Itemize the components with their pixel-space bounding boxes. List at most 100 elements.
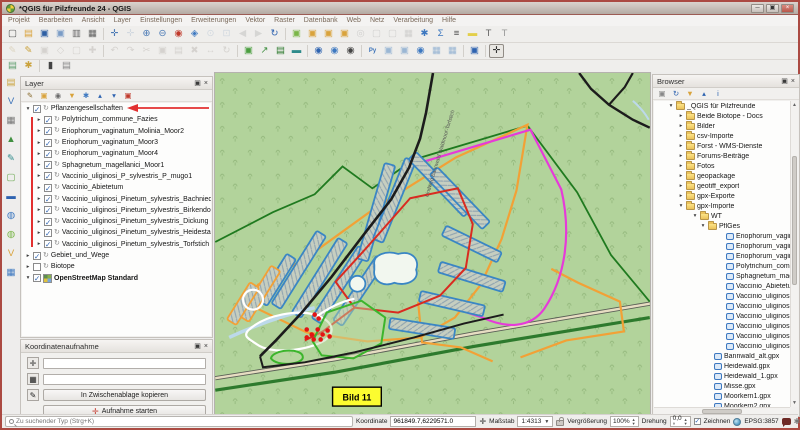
- locator-search-input[interactable]: [16, 418, 349, 425]
- menu-datenbank[interactable]: Datenbank: [304, 17, 338, 24]
- coordinate-panel-titlebar[interactable]: Koordinatenaufnahme ▣ ×: [21, 340, 212, 353]
- expand-arrow-icon[interactable]: ▸: [678, 163, 684, 169]
- expand-arrow-icon[interactable]: ▸: [36, 117, 42, 123]
- new-temporary-scratch-layer-button[interactable]: ▣: [337, 27, 352, 41]
- browser-item[interactable]: Vaccinio_uliginosi_Pinetum_sylvestris_Di…: [654, 321, 790, 331]
- datasource-manager-button[interactable]: ▤: [273, 44, 288, 58]
- expand-arrow-icon[interactable]: ▸: [36, 196, 42, 202]
- expand-arrow-icon[interactable]: ▸: [25, 264, 31, 270]
- locator-search[interactable]: [5, 416, 353, 427]
- grid-icon[interactable]: ▦: [27, 373, 39, 385]
- layer-tree-item[interactable]: ▸✓↻Vaccinio_uliginosi_Pinetum_sylvestris…: [22, 193, 211, 204]
- expand-arrow-icon[interactable]: ▾: [25, 275, 31, 281]
- new-project-button[interactable]: ▢: [5, 27, 20, 41]
- close-panel-icon[interactable]: ×: [204, 342, 208, 351]
- messages-icon[interactable]: [782, 418, 791, 425]
- refresh-browser-button[interactable]: ↻: [670, 88, 682, 99]
- layers-panel-titlebar[interactable]: Layer ▣ ×: [21, 77, 212, 90]
- zoom-full-button[interactable]: ◈: [187, 27, 202, 41]
- layer-checkbox[interactable]: ✓: [44, 161, 52, 169]
- float-panel-icon[interactable]: ▣: [781, 77, 788, 86]
- layer-tree-item[interactable]: ▸✓↻Vaccinio_uliginosi_Pinetum_sylvestris…: [22, 239, 211, 250]
- save-project-button[interactable]: ▣: [37, 27, 52, 41]
- browser-item[interactable]: ▸Fotos: [654, 161, 790, 171]
- new-shapefile-layer-button[interactable]: ▣: [305, 27, 320, 41]
- zoom-to-selection-button[interactable]: ⊙: [203, 27, 218, 41]
- expand-arrow-icon[interactable]: ▸: [36, 207, 42, 213]
- layer-labeling-options-button[interactable]: T: [481, 27, 496, 41]
- collapse-all-button[interactable]: ▾: [108, 90, 120, 101]
- plugin-html-button[interactable]: ▣: [381, 44, 396, 58]
- close-button[interactable]: ×: [781, 4, 794, 13]
- layer-checkbox[interactable]: ✓: [44, 116, 52, 124]
- spinner-arrows-icon[interactable]: ▲▼: [632, 418, 636, 425]
- open-data-source-manager-button[interactable]: ▤: [4, 76, 18, 89]
- toggle-editing-button[interactable]: ✎: [21, 44, 36, 58]
- expand-arrow-icon[interactable]: ▸: [36, 128, 42, 134]
- layer-tree-item[interactable]: ▸✓↻Sphagnetum_magellanici_Moor1: [22, 159, 211, 170]
- menu-einstellungen[interactable]: Einstellungen: [140, 17, 182, 24]
- scroll-down-icon[interactable]: ▼: [791, 399, 798, 407]
- lock-scale-icon[interactable]: [556, 420, 564, 426]
- browser-item[interactable]: ▾gpx-Importe: [654, 201, 790, 211]
- expand-arrow-icon[interactable]: ▾: [25, 106, 31, 112]
- expand-arrow-icon[interactable]: ▸: [678, 123, 684, 129]
- python-console-button[interactable]: Py: [365, 44, 380, 58]
- browser-item[interactable]: ▸Bilder: [654, 121, 790, 131]
- track-mouse-icon[interactable]: ✎: [27, 389, 39, 401]
- measure-button[interactable]: ≡: [449, 27, 464, 41]
- new-spatialite-layer-button[interactable]: ▣: [321, 27, 336, 41]
- mouse-position-icon[interactable]: ✛: [479, 417, 486, 426]
- pan-to-selection-button[interactable]: ✛: [123, 27, 138, 41]
- add-wfs-layer-button[interactable]: V: [4, 247, 18, 260]
- coordinate-field-2[interactable]: [43, 374, 206, 385]
- expand-arrow-icon[interactable]: ▸: [36, 173, 42, 179]
- add-group-button[interactable]: ▣: [38, 90, 50, 101]
- advanced-digitizing-button[interactable]: ✱: [21, 59, 36, 73]
- menu-projekt[interactable]: Projekt: [8, 17, 30, 24]
- field-calculator-button[interactable]: ✱: [417, 27, 432, 41]
- add-mesh-layer-button[interactable]: ▲: [4, 133, 18, 146]
- expand-arrow-icon[interactable]: ▸: [36, 241, 42, 247]
- browser-item[interactable]: Heidewald.gpx: [654, 361, 790, 371]
- render-checkbox[interactable]: ✓: [694, 418, 701, 425]
- browser-item[interactable]: Vaccinio_uliginosi_Pinetum_sylvestris_Ba…: [654, 301, 790, 311]
- gps-tools-button[interactable]: ▤: [5, 59, 20, 73]
- crs-status[interactable]: EPSG:3857: [744, 418, 778, 425]
- layer-checkbox[interactable]: ✓: [44, 240, 52, 248]
- browser-item[interactable]: Sphagnetum_magellanici_Moor1.gpx: [654, 271, 790, 281]
- metasearch-button[interactable]: ◉: [311, 44, 326, 58]
- expand-arrow-icon[interactable]: ▸: [36, 151, 42, 157]
- manage-map-themes-button[interactable]: ◉: [52, 90, 64, 101]
- help-contents-button[interactable]: ▣: [467, 44, 482, 58]
- minimize-button[interactable]: ─: [751, 4, 764, 13]
- expand-arrow-icon[interactable]: ▾: [668, 103, 674, 109]
- add-wms-layer-button[interactable]: ◍: [4, 209, 18, 222]
- layer-checkbox[interactable]: ✓: [44, 172, 52, 180]
- expand-arrow-icon[interactable]: ▸: [36, 185, 42, 191]
- expand-arrow-icon[interactable]: ▸: [25, 253, 31, 259]
- browser-item[interactable]: Vaccinio_Abietetum.gpx: [654, 281, 790, 291]
- osm-place-search-button[interactable]: ◉: [343, 44, 358, 58]
- filter-by-expression-button[interactable]: ✱: [80, 90, 92, 101]
- move-feature-button[interactable]: ↔: [203, 44, 218, 58]
- add-raster-layer-button[interactable]: ▦: [4, 114, 18, 127]
- expand-arrow-icon[interactable]: ▸: [678, 173, 684, 179]
- layer-checkbox[interactable]: ✓: [44, 229, 52, 237]
- layer-tree-item[interactable]: ▸✓↻Vaccinio_uliginosi_Pinetum_sylvestris…: [22, 216, 211, 227]
- layer-tree-item[interactable]: ▸✓↻Polytrichum_commune_Fazies: [22, 114, 211, 125]
- copy-to-clipboard-button[interactable]: In Zwischenablage kopieren: [43, 389, 206, 401]
- zoom-next-button[interactable]: ▶: [251, 27, 266, 41]
- refresh-map-button[interactable]: ↻: [267, 27, 282, 41]
- menu-web[interactable]: Web: [347, 17, 361, 24]
- deselect-features-button[interactable]: ▢: [385, 27, 400, 41]
- browser-vertical-scrollbar[interactable]: ▲ ▼: [790, 101, 798, 407]
- maximize-button[interactable]: ▣: [766, 4, 779, 13]
- paste-features-button[interactable]: ▤: [171, 44, 186, 58]
- browser-item[interactable]: ▸geopackage: [654, 171, 790, 181]
- expand-arrow-icon[interactable]: ▸: [36, 230, 42, 236]
- browser-item[interactable]: ▸gpx-Exporte: [654, 191, 790, 201]
- browser-item[interactable]: ▸csv-Importe: [654, 131, 790, 141]
- layer-tree-item[interactable]: ▸✓↻Eriophorum_vaginatum_Moor3: [22, 137, 211, 148]
- coordinate-capture-button[interactable]: ✛: [489, 44, 504, 58]
